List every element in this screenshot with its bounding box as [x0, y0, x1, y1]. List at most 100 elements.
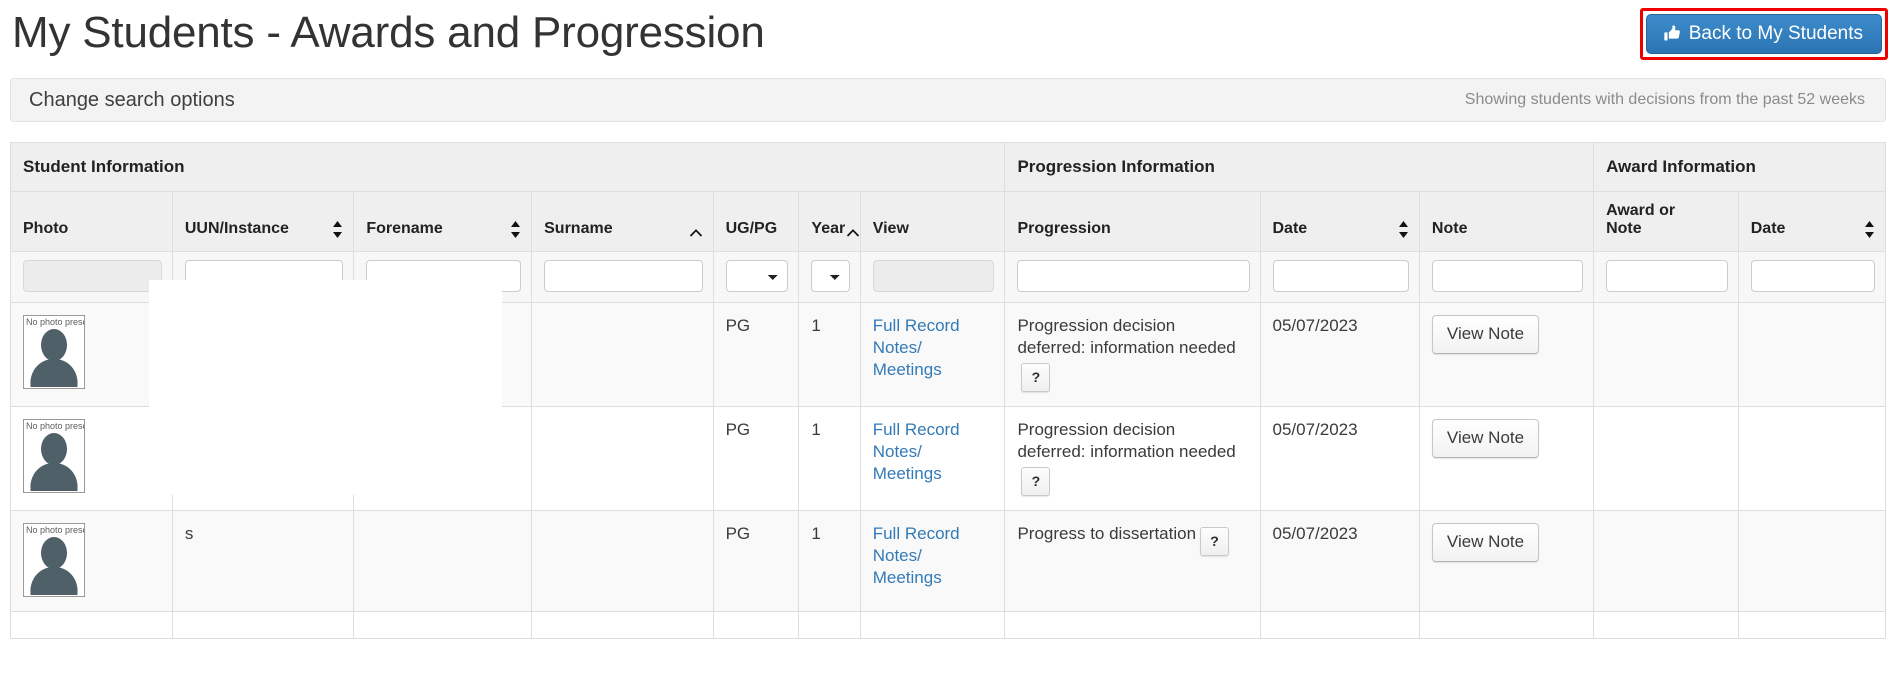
col-header-uun-instance[interactable]: UUN/Instance	[171, 191, 355, 252]
change-search-options-link[interactable]: Change search options	[29, 89, 235, 112]
filter-cell-award	[1593, 250, 1739, 303]
cell-progression: Progress to dissertation?	[1004, 510, 1261, 613]
cell-view	[859, 611, 1006, 640]
notes-meetings-link-2[interactable]: Meetings	[873, 359, 993, 381]
col-label-progression: Progression	[1017, 220, 1111, 238]
progression-date-value: 05/07/2023	[1272, 419, 1358, 439]
col-header-surname[interactable]: Surname	[531, 191, 714, 252]
filter-cell-progression-date	[1259, 250, 1420, 303]
cell-surname	[531, 301, 714, 407]
photo-placeholder: No photo present	[23, 418, 85, 493]
col-header-award-date[interactable]: Date	[1737, 191, 1887, 252]
notes-meetings-link[interactable]: Notes/	[873, 441, 993, 463]
full-record-link[interactable]: Full Record	[873, 315, 993, 337]
sort-both-icon[interactable]	[510, 220, 521, 239]
progression-help-button[interactable]: ?	[1021, 467, 1051, 497]
filter-select-ug-pg[interactable]	[725, 259, 789, 292]
col-label-award-or-note: Award or Note	[1606, 202, 1676, 238]
filter-cell-surname	[531, 250, 714, 303]
cell-progression	[1004, 611, 1261, 640]
filter-cell-ug-pg	[712, 250, 800, 303]
col-label-note: Note	[1431, 220, 1468, 238]
cell-surname	[531, 405, 714, 512]
col-header-forename[interactable]: Forename	[353, 191, 533, 252]
col-header-view: View	[859, 191, 1006, 252]
view-note-button[interactable]: View Note	[1431, 418, 1540, 458]
showing-students-text: Showing students with decisions from the…	[1464, 91, 1865, 108]
photo-placeholder: No photo present	[23, 523, 85, 598]
filter-cell-view	[859, 250, 1006, 303]
group-header-progression-information: Progression Information	[1004, 142, 1595, 192]
full-record-link[interactable]: Full Record	[873, 419, 993, 441]
notes-meetings-link-2[interactable]: Meetings	[873, 567, 993, 589]
cell-award-date	[1737, 510, 1887, 613]
cell-award-date	[1737, 301, 1887, 407]
year-value: 1	[811, 419, 821, 439]
page-title: My Students - Awards and Progression	[12, 8, 765, 57]
table-head: Student Information Progression Informat…	[9, 142, 1887, 303]
cell-surname	[531, 611, 714, 640]
cell-award-or-note	[1593, 510, 1739, 613]
full-record-link[interactable]: Full Record	[873, 523, 993, 545]
col-header-progression-date[interactable]: Date	[1259, 191, 1420, 252]
col-label-surname: Surname	[544, 220, 613, 238]
sort-both-icon[interactable]	[1398, 220, 1409, 239]
progression-text: Progression decision deferred: informati…	[1017, 315, 1236, 357]
col-label-award-date: Date	[1750, 220, 1786, 238]
filter-cell-award-date	[1737, 250, 1887, 303]
filter-input-progression-date[interactable]	[1272, 259, 1409, 292]
cell-progression-date: 05/07/2023	[1259, 405, 1420, 512]
sort-both-icon[interactable]	[332, 220, 343, 239]
filter-input-award[interactable]	[1606, 259, 1728, 292]
filter-select-year[interactable]	[811, 259, 850, 292]
photo-placeholder: No photo present	[23, 314, 85, 389]
cell-view: Full Record Notes/Meetings	[859, 301, 1006, 407]
cell-forename	[353, 611, 533, 640]
filter-input-award-date[interactable]	[1750, 259, 1875, 292]
back-to-my-students-button[interactable]: Back to My Students	[1645, 14, 1882, 54]
filter-input-view	[872, 259, 995, 292]
sort-ascending-icon[interactable]	[846, 228, 860, 239]
col-header-award-or-note: Award or Note	[1593, 191, 1739, 252]
sort-both-icon[interactable]	[1864, 220, 1875, 239]
progression-date-value: 05/07/2023	[1272, 315, 1358, 335]
thumbs-up-icon	[1663, 24, 1682, 43]
redaction-overlay	[149, 280, 502, 495]
table-row	[10, 611, 1887, 640]
photo-placeholder-caption: No photo present	[26, 525, 84, 536]
col-header-year[interactable]: Year	[798, 191, 861, 252]
cell-year: 1	[798, 405, 861, 512]
filter-cell-year	[798, 250, 861, 303]
group-header-row: Student Information Progression Informat…	[9, 142, 1886, 192]
col-label-year: Year	[811, 220, 846, 238]
sort-ascending-icon[interactable]	[689, 228, 703, 239]
view-note-button[interactable]: View Note	[1431, 314, 1540, 354]
filter-input-progression[interactable]	[1017, 259, 1250, 292]
progression-help-button[interactable]: ?	[1200, 527, 1230, 557]
cell-uun: s	[171, 510, 355, 613]
progression-help-button[interactable]: ?	[1021, 362, 1051, 392]
col-label-progression-date: Date	[1272, 220, 1308, 238]
notes-meetings-link-2[interactable]: Meetings	[873, 463, 993, 485]
view-note-button[interactable]: View Note	[1431, 523, 1540, 563]
search-options-bar: Change search options Showing students w…	[10, 78, 1886, 122]
notes-meetings-link[interactable]: Notes/	[873, 545, 993, 567]
table-row: No photo present s PG 1 Full RecordNotes/Mee…	[10, 510, 1887, 613]
cell-photo: No photo present	[10, 510, 173, 613]
col-label-forename: Forename	[366, 220, 443, 238]
col-label-uun-instance: UUN/Instance	[184, 220, 289, 238]
cell-progression-date: 05/07/2023	[1259, 510, 1420, 613]
cell-year: 1	[798, 510, 861, 613]
group-header-award-information: Award Information	[1593, 142, 1886, 192]
cell-photo	[10, 611, 173, 640]
filter-input-surname[interactable]	[544, 259, 703, 292]
filter-input-note[interactable]	[1431, 259, 1584, 292]
notes-meetings-link[interactable]: Notes/	[873, 337, 993, 359]
cell-progression: Progression decision deferred: informati…	[1004, 405, 1261, 512]
cell-award-or-note	[1593, 405, 1739, 512]
col-header-ug-pg: UG/PG	[712, 191, 800, 252]
col-label-ug-pg: UG/PG	[725, 220, 778, 238]
page-header: My Students - Awards and Progression Bac…	[0, 0, 1896, 78]
cell-ug-pg	[712, 611, 800, 640]
cell-award-date	[1737, 611, 1887, 640]
